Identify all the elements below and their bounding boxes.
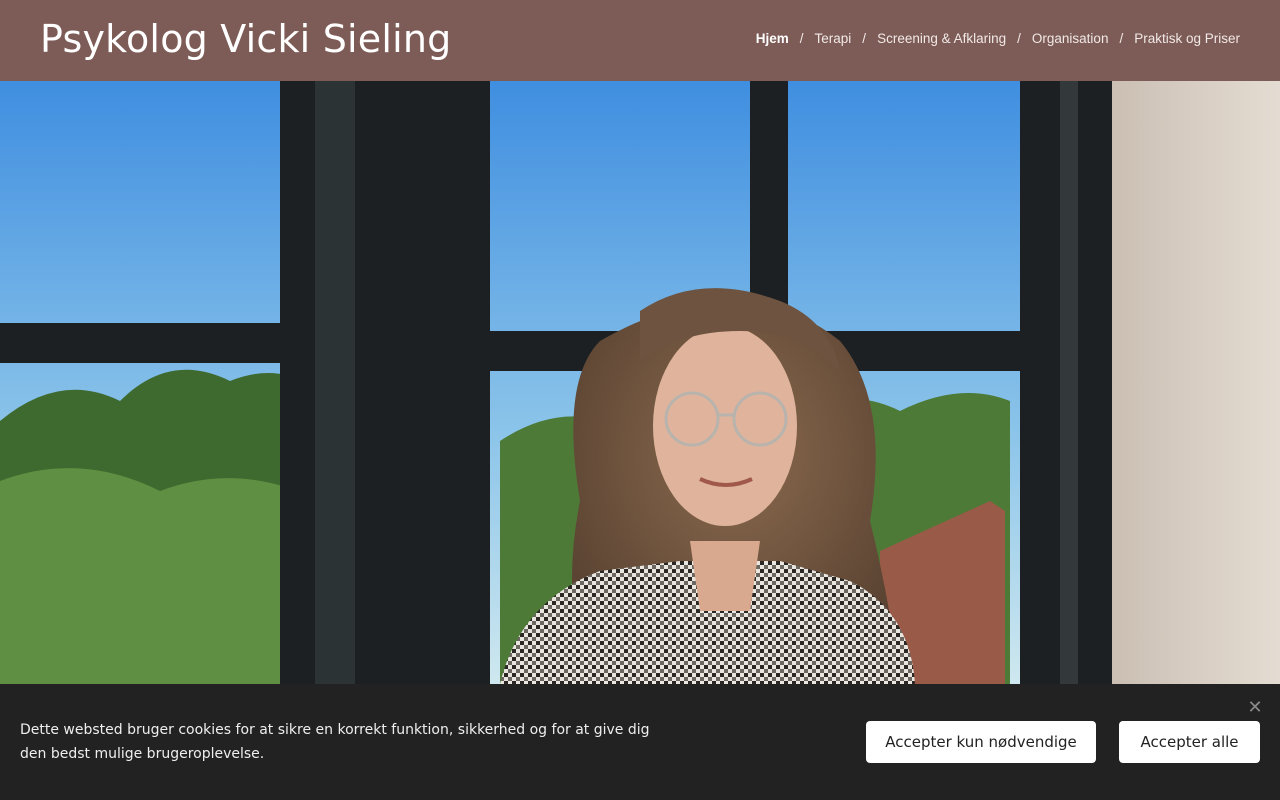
nav-separator: / (862, 31, 867, 46)
cookie-banner: Dette websted bruger cookies for at sikr… (0, 684, 1280, 800)
nav-separator: / (1017, 31, 1021, 46)
hero-photo-illustration (0, 81, 1280, 684)
site-title[interactable]: Psykolog Vicki Sieling (40, 17, 451, 61)
cookie-message: Dette websted bruger cookies for at sikr… (20, 722, 650, 762)
nav-separator: / (1119, 31, 1124, 46)
nav-separator: / (799, 31, 804, 46)
hero-image (0, 81, 1280, 684)
main-nav: Hjem / Terapi / Screening & Afklaring / … (756, 31, 1240, 46)
accept-all-button[interactable]: Accepter alle (1119, 721, 1260, 763)
nav-item-screening[interactable]: Screening & Afklaring (877, 31, 1006, 46)
site-header: Psykolog Vicki Sieling Hjem / Terapi / S… (0, 0, 1280, 81)
nav-item-terapi[interactable]: Terapi (815, 31, 852, 46)
nav-item-hjem[interactable]: Hjem (756, 31, 789, 46)
accept-necessary-button[interactable]: Accepter kun nødvendige (866, 721, 1096, 763)
close-icon[interactable]: ✕ (1245, 698, 1265, 718)
nav-item-organisation[interactable]: Organisation (1032, 31, 1109, 46)
nav-item-praktisk[interactable]: Praktisk og Priser (1134, 31, 1240, 46)
